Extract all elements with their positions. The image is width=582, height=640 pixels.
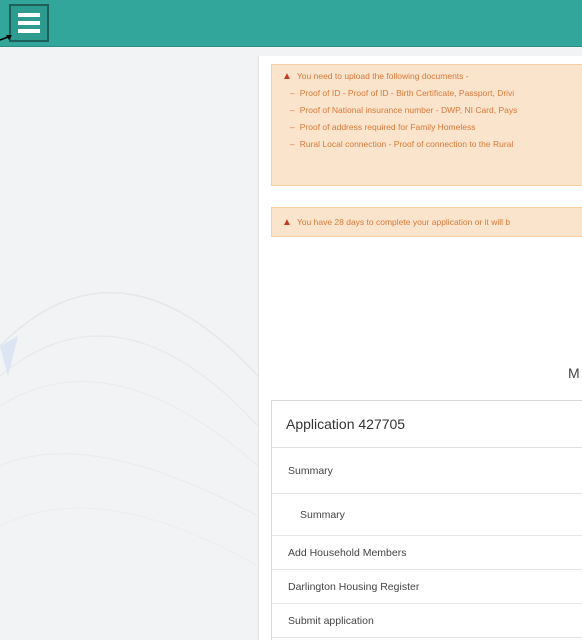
- summary-section-header[interactable]: Summary: [272, 448, 582, 494]
- document-item: – Rural Local connection - Proof of conne…: [282, 136, 582, 153]
- hamburger-icon-bar: [18, 29, 40, 33]
- document-item-text: Proof of address required for Family Hom…: [299, 122, 476, 132]
- cursor-arrow-icon: [0, 35, 12, 41]
- document-item-text: Proof of National insurance number - DWP…: [299, 105, 518, 115]
- page-heading: M: [568, 365, 580, 381]
- hamburger-icon-bar: [18, 21, 40, 25]
- dash-icon: –: [290, 88, 295, 98]
- submit-application-link[interactable]: Submit application: [272, 604, 582, 638]
- dash-icon: –: [290, 105, 295, 115]
- add-household-members-link[interactable]: Add Household Members: [272, 536, 582, 570]
- documents-heading-text: You need to upload the following documen…: [296, 71, 469, 81]
- hamburger-menu-button[interactable]: [9, 4, 49, 42]
- document-item: – Proof of ID - Proof of ID - Birth Certi…: [282, 85, 582, 102]
- hamburger-icon: [18, 13, 40, 17]
- dash-icon: –: [290, 122, 295, 132]
- warning-icon: ▲: [282, 71, 292, 82]
- deadline-alert: ▲ You have 28 days to complete your appli…: [271, 207, 582, 237]
- summary-link[interactable]: Summary: [272, 494, 582, 536]
- darlington-housing-register-link[interactable]: Darlington Housing Register: [272, 570, 582, 604]
- document-item: – Proof of address required for Family Ho…: [282, 119, 582, 136]
- application-card: Application 427705 Summary Summary Add H…: [271, 400, 582, 640]
- document-item: – Proof of National insurance number - DW…: [282, 102, 582, 119]
- background-decoration: [0, 292, 258, 567]
- documents-alert-heading: ▲ You need to upload the following docume…: [282, 68, 582, 85]
- main-panel: ▲ You need to upload the following docume…: [258, 56, 582, 640]
- documents-alert: ▲ You need to upload the following docume…: [271, 64, 582, 186]
- document-item-text: Rural Local connection - Proof of connec…: [299, 139, 514, 149]
- deadline-text: You have 28 days to complete your applic…: [296, 217, 511, 227]
- application-title: Application 427705: [272, 401, 582, 448]
- warning-icon: ▲: [282, 217, 292, 228]
- dash-icon: –: [290, 139, 295, 149]
- document-item-text: Proof of ID - Proof of ID - Birth Certif…: [299, 88, 515, 98]
- top-bar: [0, 0, 582, 47]
